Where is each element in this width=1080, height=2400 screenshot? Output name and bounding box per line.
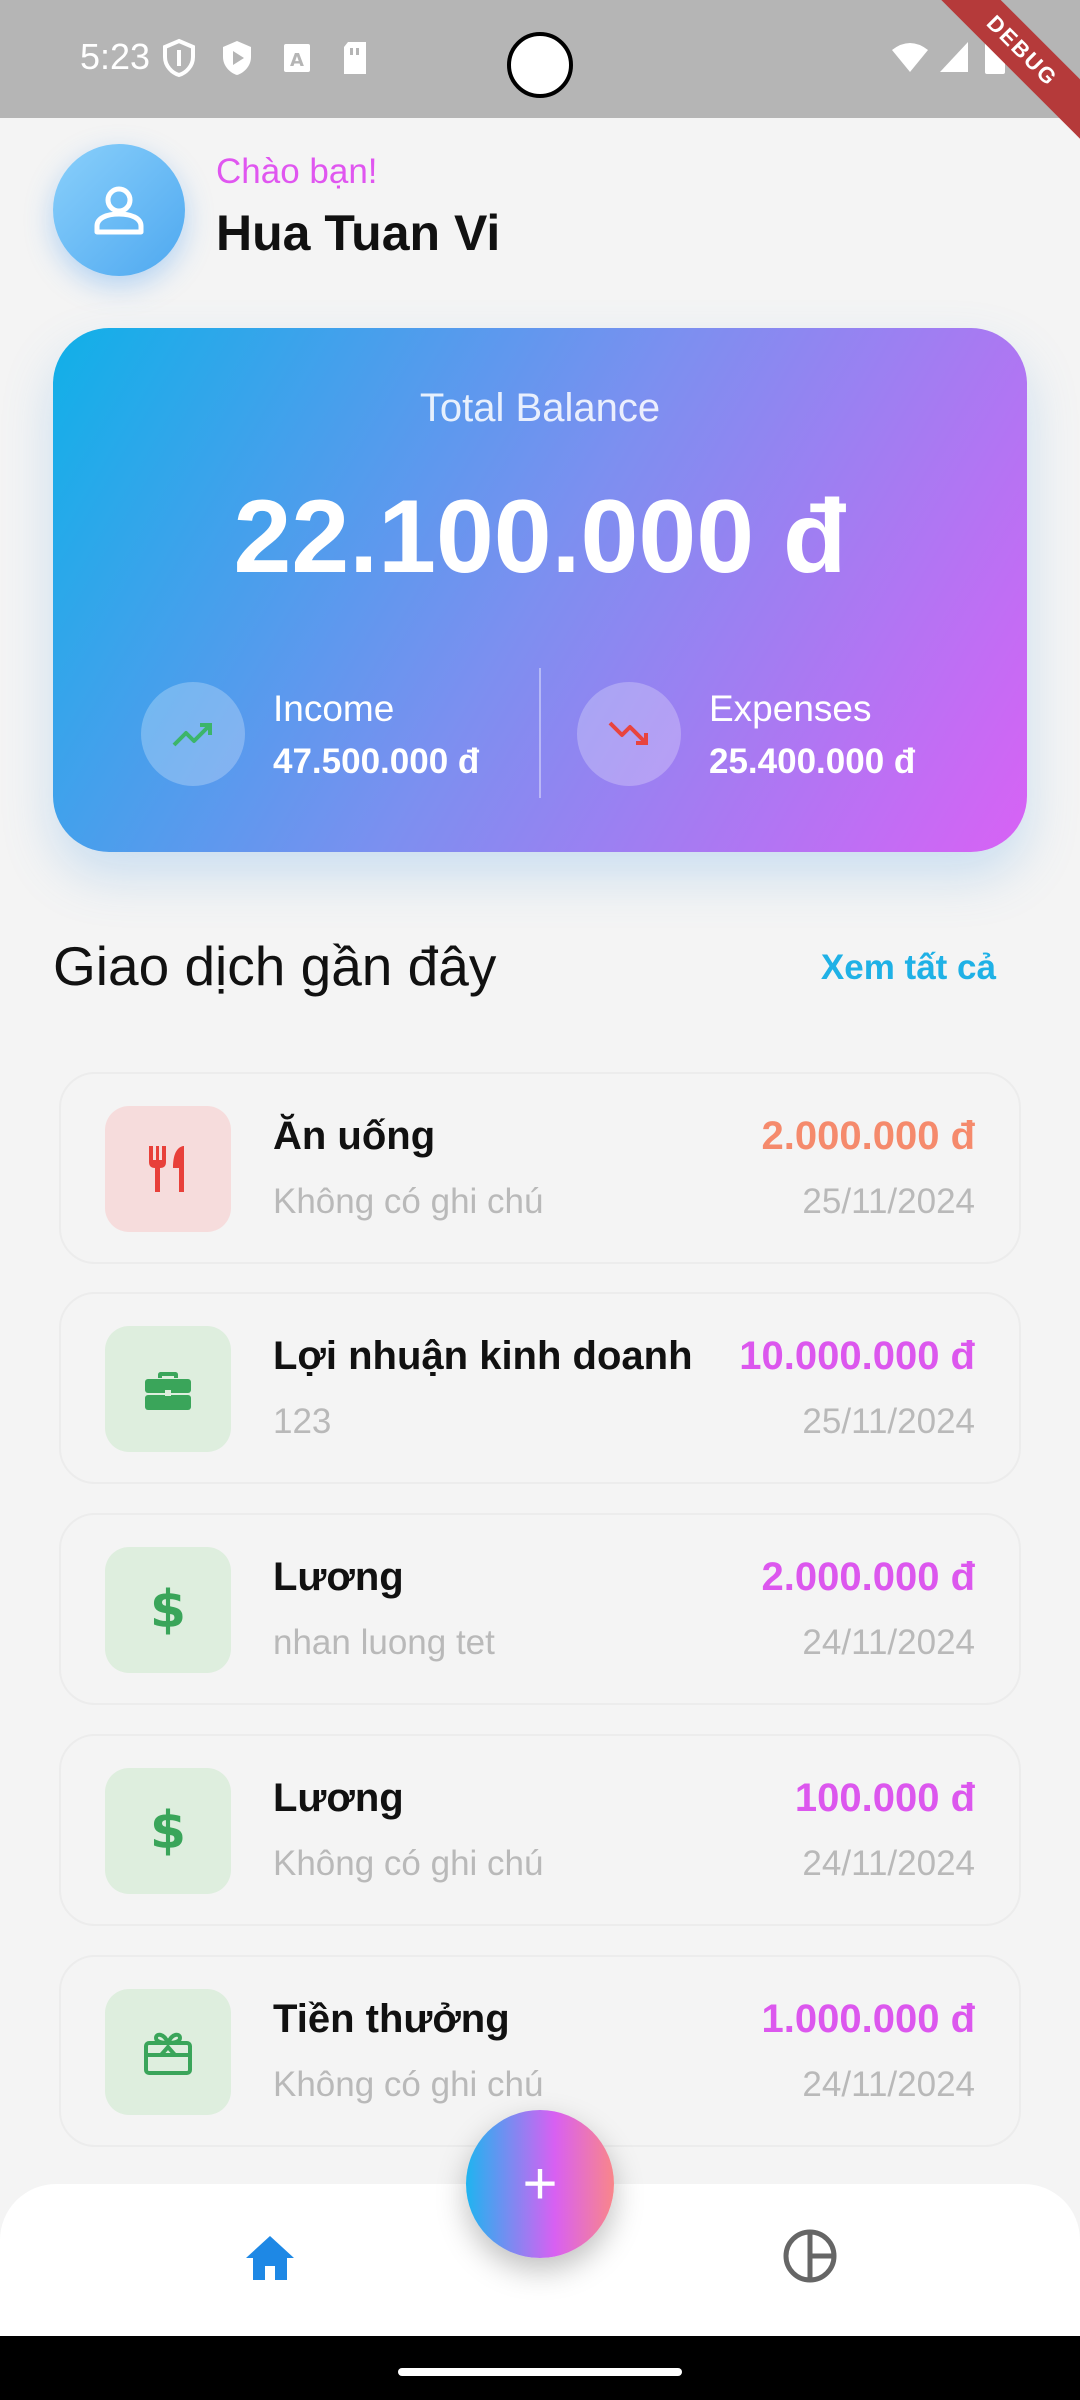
nav-home-button[interactable]	[240, 2228, 300, 2288]
balance-card: Total Balance 22.100.000 đ Income 47.500…	[53, 328, 1027, 852]
transaction-note: 123	[273, 1402, 332, 1441]
transaction-item[interactable]: Lợi nhuận kinh doanh 123 10.000.000 đ 25…	[59, 1292, 1021, 1484]
dollar-icon: $	[150, 1581, 186, 1639]
transaction-icon-box: $	[105, 1547, 231, 1673]
transaction-title: Lương	[273, 1776, 404, 1820]
transaction-amount: 2.000.000 đ	[761, 1555, 976, 1599]
transaction-icon-box	[105, 1989, 231, 2115]
home-gesture-pill[interactable]	[398, 2368, 682, 2376]
expenses-label: Expenses	[709, 688, 872, 729]
avatar[interactable]	[53, 144, 185, 276]
transaction-amount: 2.000.000 đ	[761, 1114, 976, 1158]
system-gesture-bar	[0, 2336, 1080, 2400]
expenses-icon-circle	[577, 682, 681, 786]
transaction-note: Không có ghi chú	[273, 1182, 544, 1221]
dollar-icon: $	[150, 1802, 186, 1860]
transaction-amount: 1.000.000 đ	[761, 1997, 976, 2041]
shield-status-icon	[162, 38, 196, 78]
income-value: 47.500.000 đ	[273, 742, 480, 781]
income-icon-circle	[141, 682, 245, 786]
gift-icon	[144, 2032, 192, 2075]
transaction-item[interactable]: $ Lương Không có ghi chú 100.000 đ 24/11…	[59, 1734, 1021, 1926]
transaction-note: Không có ghi chú	[273, 1844, 544, 1883]
svg-text:$: $	[150, 1802, 186, 1860]
font-status-icon: A	[280, 38, 314, 78]
recent-transactions-title: Giao dịch gần đây	[53, 935, 497, 997]
wifi-icon	[890, 38, 930, 78]
transaction-item[interactable]: $ Lương nhan luong tet 2.000.000 đ 24/11…	[59, 1513, 1021, 1705]
plus-icon: +	[522, 2150, 558, 2217]
income-label: Income	[273, 688, 395, 729]
transaction-item[interactable]: Ăn uống Không có ghi chú 2.000.000 đ 25/…	[59, 1072, 1021, 1264]
nav-statistics-button[interactable]	[780, 2226, 840, 2286]
trending-up-icon	[172, 723, 212, 747]
transaction-amount: 10.000.000 đ	[739, 1334, 975, 1378]
person-icon	[94, 186, 144, 235]
stat-divider	[539, 668, 541, 798]
briefcase-icon	[145, 1372, 191, 1410]
pie-chart-icon	[783, 2229, 837, 2283]
play-protect-icon	[220, 38, 254, 78]
transaction-date: 24/11/2024	[802, 1623, 975, 1662]
expenses-value: 25.400.000 đ	[709, 742, 916, 781]
status-bar: 5:23 A DEBUG	[0, 0, 1080, 151]
transaction-date: 25/11/2024	[802, 1402, 975, 1441]
transaction-title: Tiền thưởng	[273, 1997, 510, 2041]
signal-icon	[938, 38, 972, 78]
transaction-icon-box	[105, 1106, 231, 1232]
greeting-text: Chào bạn!	[216, 152, 378, 191]
front-camera	[507, 32, 573, 98]
transaction-date: 25/11/2024	[802, 1182, 975, 1221]
see-all-link[interactable]: Xem tất cả	[821, 948, 996, 988]
add-transaction-button[interactable]: +	[466, 2110, 614, 2258]
transaction-amount: 100.000 đ	[794, 1776, 975, 1820]
app-screen: 5:23 A DEBUG Chào bạn! Hua Tuan Vi Total…	[0, 0, 1080, 2400]
user-name: Hua Tuan Vi	[216, 205, 501, 261]
sim-card-icon	[338, 38, 372, 78]
status-time: 5:23	[80, 36, 151, 77]
svg-text:$: $	[150, 1581, 186, 1639]
transaction-note: nhan luong tet	[273, 1623, 495, 1662]
svg-text:A: A	[290, 50, 304, 71]
trending-down-icon	[608, 721, 648, 745]
transaction-title: Lương	[273, 1555, 404, 1599]
transaction-title: Ăn uống	[273, 1114, 436, 1158]
transaction-icon-box	[105, 1326, 231, 1452]
restaurant-icon	[149, 1146, 184, 1192]
transaction-title: Lợi nhuận kinh doanh	[273, 1334, 693, 1378]
home-icon	[246, 2236, 294, 2280]
total-balance-label: Total Balance	[419, 386, 661, 430]
transaction-date: 24/11/2024	[802, 1844, 975, 1883]
transaction-note: Không có ghi chú	[273, 2065, 544, 2104]
transaction-date: 24/11/2024	[802, 2065, 975, 2104]
transaction-icon-box: $	[105, 1768, 231, 1894]
total-balance-amount: 22.100.000 đ	[233, 479, 847, 595]
